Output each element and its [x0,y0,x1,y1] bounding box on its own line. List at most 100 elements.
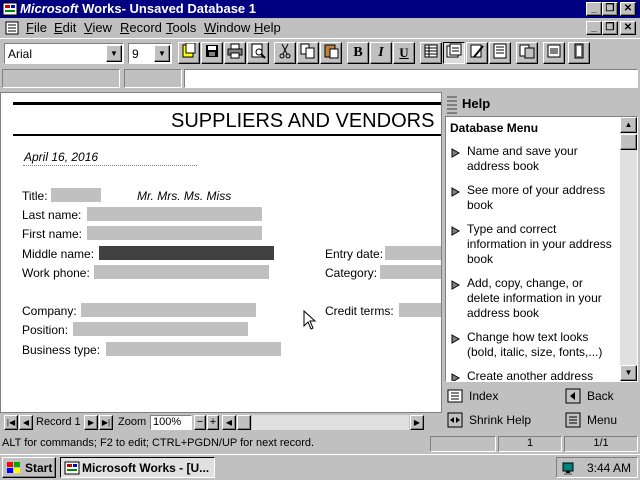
title-options: Mr. Mrs. Ms. Miss [137,189,232,203]
paste-button[interactable] [320,42,342,64]
last-record-button[interactable]: ▶| [99,415,113,430]
entry-input[interactable] [184,69,638,88]
doc-restore-button[interactable]: ❐ [602,21,618,35]
header-rule-top [13,102,441,105]
italic-button[interactable]: I [370,42,392,64]
doc-close-button[interactable]: ✕ [620,21,636,35]
help-book-button[interactable] [568,42,590,64]
help-topic-2[interactable]: See more of your address book [467,183,617,213]
help-topic-6[interactable]: Create another address [467,369,617,381]
help-topic-3[interactable]: Type and correct information in your add… [467,222,617,267]
entry-date-field[interactable] [385,246,441,260]
scroll-up-button[interactable]: ▲ [620,117,637,133]
document-icon[interactable] [4,21,20,35]
next-record-button[interactable]: ▶ [84,415,98,430]
list-view-button[interactable] [420,42,442,64]
network-icon[interactable] [561,460,577,476]
help-topic-5[interactable]: Change how text looks (bold, italic, siz… [467,330,617,360]
menu-edit[interactable]: Edit [54,20,76,35]
menu-record[interactable]: Record [120,20,162,35]
scroll-down-button[interactable]: ▼ [620,365,637,381]
horizontal-scroll-track[interactable] [252,415,409,430]
print-button[interactable] [224,42,246,64]
menu-view[interactable]: View [84,20,112,35]
bold-button[interactable]: B [347,42,369,64]
chevron-down-icon[interactable]: ▼ [154,45,170,62]
prev-record-button[interactable]: ◀ [19,415,33,430]
mouse-pointer-icon [303,310,317,330]
help-menu-label: Menu [587,413,618,427]
status-message: ALT for commands; F2 to edit; CTRL+PGDN/… [2,437,315,449]
report-view-button[interactable] [489,42,511,64]
form-date: April 16, 2016 [24,150,99,164]
middle-name-field[interactable] [99,246,274,260]
first-name-field[interactable] [87,226,262,240]
filter-button[interactable] [516,42,538,64]
form-document[interactable]: SUPPLIERS AND VENDORS April 16, 2016 Tit… [0,92,442,413]
save-button[interactable] [201,42,223,64]
date-underline [23,165,197,166]
back-arrow-icon [565,388,581,404]
close-button[interactable]: ✕ [620,2,636,16]
menu-tools[interactable]: Tools [166,20,196,35]
cut-button[interactable] [274,42,296,64]
form-view-button[interactable] [443,42,465,64]
zoom-out-button[interactable]: − [194,415,206,430]
last-name-field[interactable] [87,207,262,221]
menu-help[interactable]: Help [254,20,281,35]
copy-button[interactable] [297,42,319,64]
task-launcher-button[interactable] [178,42,200,64]
zoom-value[interactable]: 100% [150,415,192,430]
chevron-down-icon[interactable]: ▼ [106,45,122,62]
shrink-help-button[interactable]: Shrink Help [445,410,555,430]
entry-date-label: Entry date: [325,247,384,261]
help-content[interactable]: Database Menu Name and save your address… [445,116,638,382]
header-rule-bottom [13,134,441,136]
works-app-icon [64,461,80,475]
address-book-button[interactable] [543,42,565,64]
business-type-field[interactable] [106,342,281,356]
company-field[interactable] [81,303,256,317]
menu-window[interactable]: Window [204,20,250,35]
help-topic-4[interactable]: Add, copy, change, or delete information… [467,276,617,321]
form-design-button[interactable] [466,42,488,64]
help-scroll-thumb[interactable] [620,134,637,150]
font-size-combo[interactable]: 9 ▼ [128,43,172,64]
help-menu-button[interactable]: Menu [563,410,638,430]
credit-terms-label: Credit terms: [325,304,394,318]
restore-button[interactable]: ❐ [602,2,618,16]
help-topic-1[interactable]: Name and save your address book [467,144,617,174]
print-preview-button[interactable] [247,42,269,64]
category-field[interactable] [380,265,441,279]
work-phone-field[interactable] [94,265,269,279]
help-index-button[interactable]: Index [445,386,555,406]
help-back-button[interactable]: Back [563,386,638,406]
title-field[interactable] [51,188,101,202]
window-title: Microsoft Works- Unsaved Database 1 [20,1,256,16]
help-grip-handle[interactable] [447,94,457,114]
company-label: Company: [22,304,77,318]
works-app-icon[interactable] [2,1,18,17]
help-scrollbar[interactable]: ▲ ▼ [620,117,637,381]
help-menu-title: Database Menu [450,121,539,135]
scroll-left-button[interactable]: ◀ [222,415,236,430]
system-tray: 3:44 AM [556,457,638,478]
scroll-right-button[interactable]: ▶ [410,415,424,430]
position-field[interactable] [73,322,248,336]
first-record-button[interactable]: |◀ [4,415,18,430]
underline-button[interactable]: U [393,42,415,64]
taskbar-works-button[interactable]: Microsoft Works - [U... [60,457,215,478]
start-button[interactable]: Start [2,457,56,478]
font-name-combo[interactable]: Arial ▼ [4,43,124,64]
menu-file[interactable]: File [26,20,47,35]
doc-minimize-button[interactable]: _ [586,21,602,35]
category-label: Category: [325,266,378,280]
taskbar-works-label: Microsoft Works - [U... [82,461,210,475]
minimize-button[interactable]: _ [586,2,602,16]
horizontal-scroll-thumb[interactable] [237,415,251,430]
status-panel-1 [430,436,496,452]
print-preview-icon [251,43,266,59]
credit-terms-field[interactable] [399,303,441,317]
last-name-label: Last name: [22,208,82,222]
zoom-in-button[interactable]: + [207,415,219,430]
